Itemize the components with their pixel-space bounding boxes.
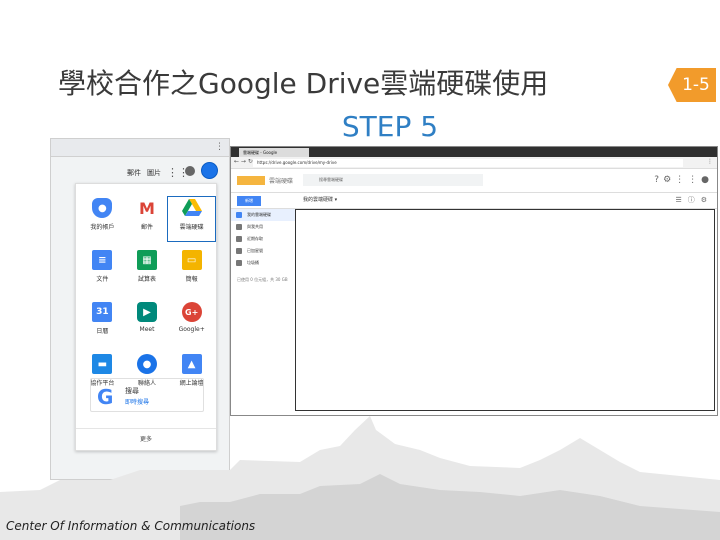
browser-tabbar: 雲端硬碟 - Google bbox=[231, 147, 717, 157]
app-calendar[interactable]: 31 日曆 bbox=[80, 302, 125, 344]
sidebar-item-starred[interactable]: 已加星號 bbox=[231, 245, 295, 257]
sidebar-item-shared[interactable]: 與我共用 bbox=[231, 221, 295, 233]
header-icons[interactable]: ?⚙⋮⋮● bbox=[654, 175, 713, 185]
drive-brand: 雲端硬碟 bbox=[269, 178, 294, 185]
classroom-icon: ▬ bbox=[92, 354, 113, 374]
app-label: 試算表 bbox=[137, 276, 156, 283]
app-label: 日曆 bbox=[96, 328, 109, 335]
drive-search-input[interactable]: 搜尋雲端硬碟 bbox=[303, 174, 483, 186]
drive-sidebar: 我的雲端硬碟 與我共用 近期存取 已加星號 垃圾桶 已使用 0 位元組，共 30… bbox=[231, 209, 295, 415]
google-g-icon: G bbox=[97, 385, 114, 409]
google-plus-icon: G+ bbox=[181, 302, 202, 322]
view-icons[interactable]: ☰ⓘ⚙ bbox=[675, 195, 713, 205]
account-icon: ● bbox=[92, 198, 113, 218]
app-label: 郵件 bbox=[140, 224, 153, 231]
shared-icon bbox=[236, 224, 242, 230]
drive-icon bbox=[181, 198, 202, 218]
groups-icon: ▲ bbox=[181, 354, 202, 374]
click-indicator bbox=[201, 162, 218, 179]
app-docs[interactable]: ≡ 文件 bbox=[80, 250, 125, 292]
meet-icon: ▶ bbox=[136, 302, 157, 322]
school-logo bbox=[237, 176, 265, 185]
contacts-icon: ● bbox=[136, 354, 157, 374]
app-meet[interactable]: ▶ Meet bbox=[125, 302, 170, 344]
app-gmail[interactable]: M 郵件 bbox=[125, 198, 170, 240]
step-label: STEP 5 bbox=[341, 110, 439, 143]
search-card-title: 搜尋 bbox=[125, 387, 139, 395]
sidebar-item-trash[interactable]: 垃圾桶 bbox=[231, 257, 295, 269]
sidebar-item-my-drive[interactable]: 我的雲端硬碟 bbox=[231, 209, 295, 221]
gmail-link[interactable]: 郵件 bbox=[127, 168, 141, 178]
app-label: Google+ bbox=[178, 326, 205, 333]
docs-icon: ≡ bbox=[92, 250, 113, 270]
more-vert-icon[interactable]: ⋮ bbox=[215, 142, 224, 152]
browser-tab[interactable]: 雲端硬碟 - Google bbox=[239, 148, 309, 157]
url-field[interactable]: https://drive.google.com/drive/my-drive bbox=[253, 159, 683, 167]
app-drive[interactable]: 雲端硬碟 bbox=[167, 196, 216, 242]
slide-title: 學校合作之Google Drive雲端硬碟使用 bbox=[58, 67, 549, 100]
slides-icon: ▭ bbox=[181, 250, 202, 270]
apps-grid: ● 我的帳戶 M 郵件 雲端硬碟 ≡ 文件 ▦ 試算表 ▭ 簡報 31 日曆 ▶… bbox=[80, 196, 216, 396]
app-label: Meet bbox=[139, 326, 155, 333]
sidebar-item-recent[interactable]: 近期存取 bbox=[231, 233, 295, 245]
new-button[interactable]: 新增 bbox=[237, 196, 261, 206]
sheets-icon: ▦ bbox=[136, 250, 157, 270]
gmail-icon: M bbox=[136, 198, 157, 218]
back-forward-icon[interactable]: ← → ↻ bbox=[234, 158, 253, 165]
app-google-plus[interactable]: G+ Google+ bbox=[169, 302, 214, 344]
browser-topbar: ⋮ bbox=[51, 139, 229, 157]
footer-text: Center Of Information & Communications bbox=[6, 519, 256, 533]
more-vert-icon[interactable]: ⋮ bbox=[707, 158, 713, 165]
drive-content-area[interactable] bbox=[295, 209, 715, 411]
app-label: 雲端硬碟 bbox=[179, 224, 204, 231]
search-card-subtitle: 即時搜尋 bbox=[125, 399, 150, 406]
address-bar: ← → ↻ https://drive.google.com/drive/my-… bbox=[231, 157, 717, 169]
app-my-account[interactable]: ● 我的帳戶 bbox=[80, 198, 125, 240]
drive-toolbar: 新增 我的雲端硬碟 ▾ ☰ⓘ⚙ bbox=[231, 193, 717, 209]
account-avatar[interactable] bbox=[185, 166, 195, 176]
app-slides[interactable]: ▭ 簡報 bbox=[169, 250, 214, 292]
trash-icon bbox=[236, 260, 242, 266]
clock-icon bbox=[236, 236, 242, 242]
app-search[interactable]: G 搜尋 即時搜尋 bbox=[90, 378, 204, 412]
drive-header: 雲端硬碟 搜尋雲端硬碟 ?⚙⋮⋮● bbox=[231, 169, 717, 193]
images-link[interactable]: 圖片 bbox=[147, 168, 161, 178]
drive-folder-icon bbox=[236, 212, 242, 218]
page-number-badge: 1-5 bbox=[668, 68, 716, 102]
app-label: 我的帳戶 bbox=[90, 224, 115, 231]
star-icon bbox=[236, 248, 242, 254]
app-sheets[interactable]: ▦ 試算表 bbox=[125, 250, 170, 292]
app-label: 文件 bbox=[96, 276, 109, 283]
my-drive-dropdown[interactable]: 我的雲端硬碟 ▾ bbox=[303, 196, 337, 203]
drive-screenshot: 雲端硬碟 - Google ← → ↻ https://drive.google… bbox=[230, 146, 718, 416]
storage-info: 已使用 0 位元組，共 30 GB bbox=[237, 277, 288, 282]
calendar-icon: 31 bbox=[92, 302, 113, 322]
app-label: 簡報 bbox=[185, 276, 198, 283]
